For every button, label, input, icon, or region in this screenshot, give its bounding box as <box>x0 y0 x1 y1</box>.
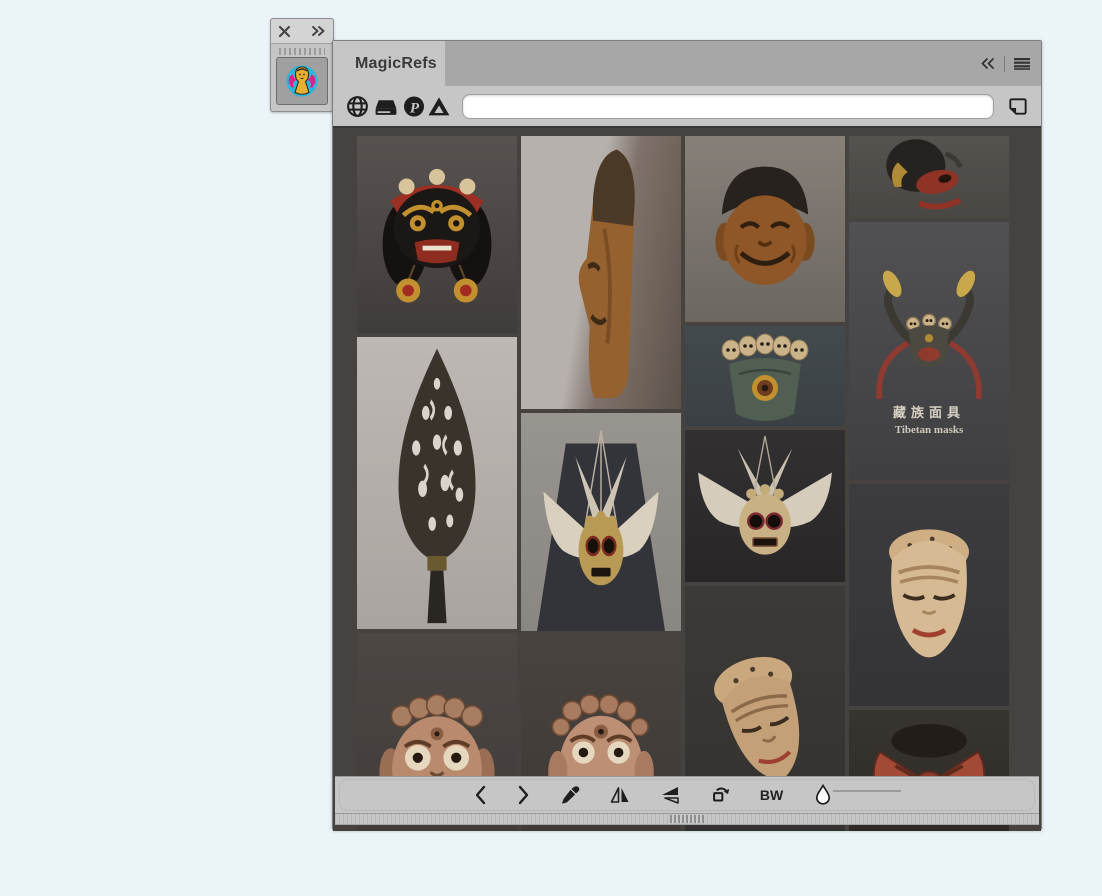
ref-image-wooden-head-profile[interactable] <box>521 136 681 409</box>
droplet-handle-icon[interactable] <box>811 783 835 807</box>
double-chevron-left-icon[interactable] <box>979 57 996 70</box>
desktop: MagicRefs P <box>0 0 1102 896</box>
ref-image-winged-mask-display[interactable] <box>521 413 681 631</box>
source-toolbar: P <box>333 86 1041 126</box>
header-divider <box>1004 56 1005 72</box>
search-input[interactable] <box>462 94 994 119</box>
winged-mask-display-art <box>521 413 681 631</box>
tab-magicrefs[interactable]: MagicRefs <box>333 41 445 86</box>
pinterest-icon[interactable]: P <box>402 94 452 119</box>
launcher-window <box>270 18 334 112</box>
close-icon[interactable] <box>278 25 291 38</box>
opacity-slider[interactable] <box>811 783 901 807</box>
reference-grid: 藏族面具Tibetan masks <box>333 126 1041 831</box>
smiling-wooden-head-art <box>685 136 845 322</box>
ref-image-wrathful-mask-red-crown[interactable] <box>357 136 517 333</box>
mona-lisa-art <box>281 61 323 101</box>
chevron-left-icon[interactable] <box>473 785 488 805</box>
flip-vertical-icon[interactable] <box>659 785 681 805</box>
ref-image-tibetan-horned-mask-display[interactable]: 藏族面具Tibetan masks <box>849 222 1009 480</box>
panel-menu-icon[interactable] <box>1013 57 1031 71</box>
slider-track[interactable] <box>833 790 901 792</box>
grid-column-3 <box>685 136 845 831</box>
ref-image-smiling-wooden-head[interactable] <box>685 136 845 322</box>
web-globe-icon[interactable] <box>345 94 370 119</box>
panel-header: MagicRefs <box>333 41 1041 86</box>
launcher-titlebar[interactable] <box>271 19 333 44</box>
ref-image-pale-wrinkled-smiling-mask[interactable] <box>849 484 1009 706</box>
ref-image-flame-blade-ornament[interactable] <box>357 337 517 629</box>
rotate-icon[interactable] <box>709 784 732 806</box>
double-chevron-right-icon[interactable] <box>311 25 326 37</box>
tibetan-horned-mask-display-art <box>849 222 1009 480</box>
sticky-note-icon[interactable] <box>1006 95 1029 118</box>
wrathful-mask-red-crown-art <box>357 136 517 333</box>
svg-text:P: P <box>410 100 420 116</box>
grid-column-1 <box>357 136 517 831</box>
skull-crown-mask-closeup-art <box>685 326 845 426</box>
grid-column-4: 藏族面具Tibetan masks <box>849 136 1009 831</box>
chevron-right-icon[interactable] <box>516 785 531 805</box>
google-drive-icon[interactable] <box>426 94 452 119</box>
magicrefs-mona-lisa-logo[interactable] <box>276 57 328 105</box>
ref-image-winged-pale-mask[interactable] <box>685 430 845 582</box>
winged-pale-mask-art <box>685 430 845 582</box>
pale-wrinkled-smiling-mask-art <box>849 484 1009 706</box>
bw-toggle[interactable]: BW <box>760 787 783 803</box>
ref-image-skull-crown-mask-closeup[interactable] <box>685 326 845 426</box>
footer-grip-strip[interactable] <box>335 814 1039 825</box>
magicrefs-panel: MagicRefs P <box>332 40 1042 830</box>
wooden-head-profile-art <box>521 136 681 409</box>
panel-title: MagicRefs <box>355 55 437 73</box>
red-snout-mask-closeup-art <box>849 136 1009 218</box>
ref-image-red-snout-mask-closeup[interactable] <box>849 136 1009 218</box>
resize-grip[interactable] <box>670 815 704 823</box>
eyedropper-icon[interactable] <box>559 784 581 806</box>
launcher-drag-grip[interactable] <box>279 47 325 55</box>
footer-toolbar: BW <box>335 776 1039 823</box>
flip-horizontal-icon[interactable] <box>609 785 631 805</box>
flame-blade-ornament-art <box>357 337 517 629</box>
grid-column-2 <box>521 136 681 831</box>
local-drive-icon[interactable] <box>372 94 400 119</box>
